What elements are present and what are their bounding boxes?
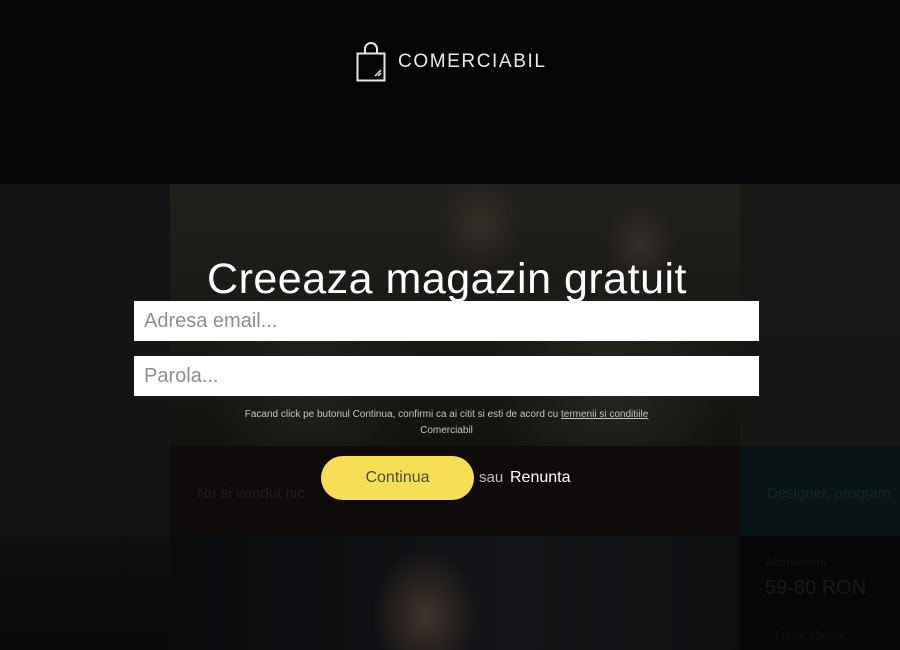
brand-logo[interactable]: COMERCIABIL	[356, 42, 547, 82]
brand-name: COMERCIABIL	[398, 51, 547, 72]
password-field[interactable]	[134, 356, 759, 396]
page-title: Creeaza magazin gratuit	[207, 254, 687, 303]
terms-text: Facand click pe butonul Continua, confir…	[244, 409, 561, 420]
shopping-bag-icon	[356, 42, 386, 82]
terms-suffix: Comerciabil	[420, 425, 473, 436]
cancel-link[interactable]: Renunta	[510, 469, 571, 487]
terms-link[interactable]: termenii si conditiile	[561, 409, 648, 420]
continue-button[interactable]: Continua	[321, 456, 474, 500]
email-field[interactable]	[134, 301, 759, 341]
terms-notice: Facand click pe butonul Continua, confir…	[134, 407, 759, 439]
or-separator: sau	[479, 469, 504, 486]
